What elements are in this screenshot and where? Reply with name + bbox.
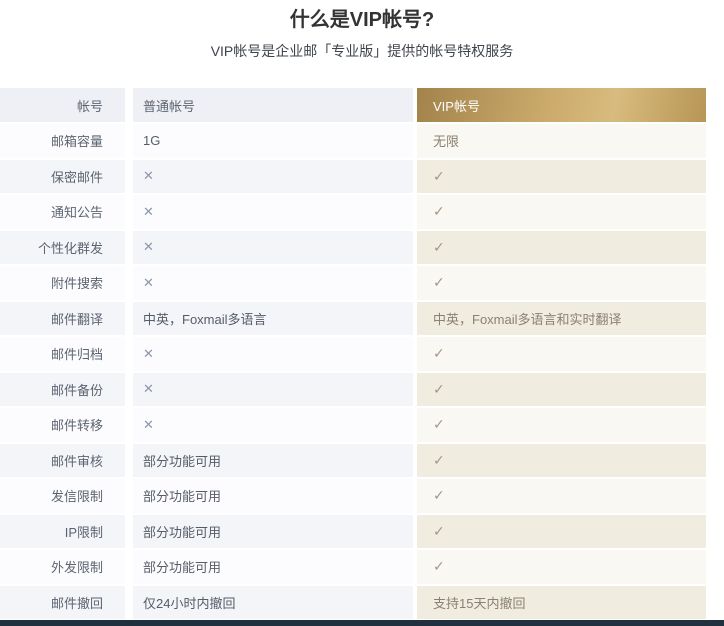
normal-account-cell: ✕	[133, 337, 417, 373]
check-icon: ✓	[433, 452, 445, 468]
normal-account-cell: 仅24小时内撤回	[133, 586, 417, 622]
check-icon: ✓	[433, 168, 445, 184]
feature-label: 邮件撤回	[0, 586, 133, 622]
normal-account-cell: ✕	[133, 266, 417, 302]
normal-account-cell: 部分功能可用	[133, 515, 417, 551]
check-icon: ✓	[433, 558, 445, 574]
header-cell-vip-account: VIP帐号	[417, 88, 706, 124]
normal-account-cell: ✕	[133, 195, 417, 231]
table-row: 个性化群发 ✕ ✓	[0, 231, 706, 267]
table-row: 邮件归档 ✕ ✓	[0, 337, 706, 373]
feature-label: 附件搜索	[0, 266, 133, 302]
feature-label: 邮件备份	[0, 373, 133, 409]
header-cell-feature: 帐号	[0, 88, 133, 124]
check-icon: ✓	[433, 416, 445, 432]
normal-account-cell: ✕	[133, 408, 417, 444]
feature-label: 邮件审核	[0, 444, 133, 480]
feature-label: 个性化群发	[0, 231, 133, 267]
vip-account-cell: ✓	[417, 160, 706, 196]
normal-account-cell: ✕	[133, 160, 417, 196]
normal-value-text: 部分功能可用	[143, 454, 221, 469]
vip-value-text: 无限	[433, 134, 459, 149]
vip-account-cell: ✓	[417, 231, 706, 267]
feature-label: 外发限制	[0, 550, 133, 586]
feature-label: 邮件转移	[0, 408, 133, 444]
normal-value-text: 1G	[143, 133, 160, 148]
feature-label: 发信限制	[0, 479, 133, 515]
vip-account-cell: ✓	[417, 373, 706, 409]
table-row: 邮件转移 ✕ ✓	[0, 408, 706, 444]
header-cell-normal-account: 普通帐号	[133, 88, 417, 124]
table-row: 发信限制 部分功能可用 ✓	[0, 479, 706, 515]
cross-icon: ✕	[143, 275, 154, 290]
normal-value-text: 中英，Foxmail多语言	[143, 312, 267, 327]
normal-account-cell: 部分功能可用	[133, 444, 417, 480]
table-row: 通知公告 ✕ ✓	[0, 195, 706, 231]
vip-value-text: 中英，Foxmail多语言和实时翻译	[433, 312, 622, 327]
cross-icon: ✕	[143, 204, 154, 219]
table-row: 邮箱容量 1G 无限	[0, 124, 706, 160]
check-icon: ✓	[433, 274, 445, 290]
cross-icon: ✕	[143, 346, 154, 361]
table-row: IP限制 部分功能可用 ✓	[0, 515, 706, 551]
check-icon: ✓	[433, 203, 445, 219]
vip-account-cell: 无限	[417, 124, 706, 160]
table-row: 邮件备份 ✕ ✓	[0, 373, 706, 409]
vip-account-cell: ✓	[417, 266, 706, 302]
vip-account-cell: ✓	[417, 479, 706, 515]
normal-value-text: 仅24小时内撤回	[143, 596, 235, 611]
vip-account-cell: ✓	[417, 515, 706, 551]
table-row: 保密邮件 ✕ ✓	[0, 160, 706, 196]
normal-account-cell: 部分功能可用	[133, 479, 417, 515]
page-subtitle: VIP帐号是企业邮「专业版」提供的帐号特权服务	[0, 42, 724, 60]
vip-account-cell: 中英，Foxmail多语言和实时翻译	[417, 302, 706, 338]
table-row: 邮件撤回 仅24小时内撤回 支持15天内撤回	[0, 586, 706, 622]
vip-account-cell: ✓	[417, 408, 706, 444]
normal-value-text: 部分功能可用	[143, 525, 221, 540]
bottom-dark-bar	[0, 620, 724, 626]
vip-account-cell: 支持15天内撤回	[417, 586, 706, 622]
feature-label: 邮件归档	[0, 337, 133, 373]
vip-account-cell: ✓	[417, 337, 706, 373]
check-icon: ✓	[433, 239, 445, 255]
normal-account-cell: ✕	[133, 231, 417, 267]
cross-icon: ✕	[143, 168, 154, 183]
check-icon: ✓	[433, 381, 445, 397]
table-row: 附件搜索 ✕ ✓	[0, 266, 706, 302]
normal-account-cell: 中英，Foxmail多语言	[133, 302, 417, 338]
check-icon: ✓	[433, 345, 445, 361]
feature-label: IP限制	[0, 515, 133, 551]
vip-value-text: 支持15天内撤回	[433, 596, 525, 611]
normal-account-cell: ✕	[133, 373, 417, 409]
table-row: 外发限制 部分功能可用 ✓	[0, 550, 706, 586]
normal-account-cell: 部分功能可用	[133, 550, 417, 586]
feature-label: 邮件翻译	[0, 302, 133, 338]
normal-account-cell: 1G	[133, 124, 417, 160]
comparison-table-body: 邮箱容量 1G 无限 保密邮件 ✕ ✓ 通知公告 ✕ ✓ 个性化群发 ✕ ✓ 附…	[0, 124, 706, 621]
check-icon: ✓	[433, 523, 445, 539]
feature-label: 邮箱容量	[0, 124, 133, 160]
feature-label: 通知公告	[0, 195, 133, 231]
normal-value-text: 部分功能可用	[143, 489, 221, 504]
table-row: 邮件翻译 中英，Foxmail多语言 中英，Foxmail多语言和实时翻译	[0, 302, 706, 338]
vip-account-cell: ✓	[417, 444, 706, 480]
vip-account-cell: ✓	[417, 550, 706, 586]
table-row: 邮件审核 部分功能可用 ✓	[0, 444, 706, 480]
cross-icon: ✕	[143, 239, 154, 254]
vip-account-cell: ✓	[417, 195, 706, 231]
cross-icon: ✕	[143, 381, 154, 396]
normal-value-text: 部分功能可用	[143, 560, 221, 575]
vip-account-info-page: 什么是VIP帐号? VIP帐号是企业邮「专业版」提供的帐号特权服务 帐号 普通帐…	[0, 0, 724, 60]
feature-label: 保密邮件	[0, 160, 133, 196]
cross-icon: ✕	[143, 417, 154, 432]
account-comparison-table: 帐号 普通帐号 VIP帐号 邮箱容量 1G 无限 保密邮件 ✕ ✓ 通知公告 ✕…	[0, 88, 706, 621]
table-header-row: 帐号 普通帐号 VIP帐号	[0, 88, 706, 124]
check-icon: ✓	[433, 487, 445, 503]
page-title: 什么是VIP帐号?	[0, 0, 724, 33]
